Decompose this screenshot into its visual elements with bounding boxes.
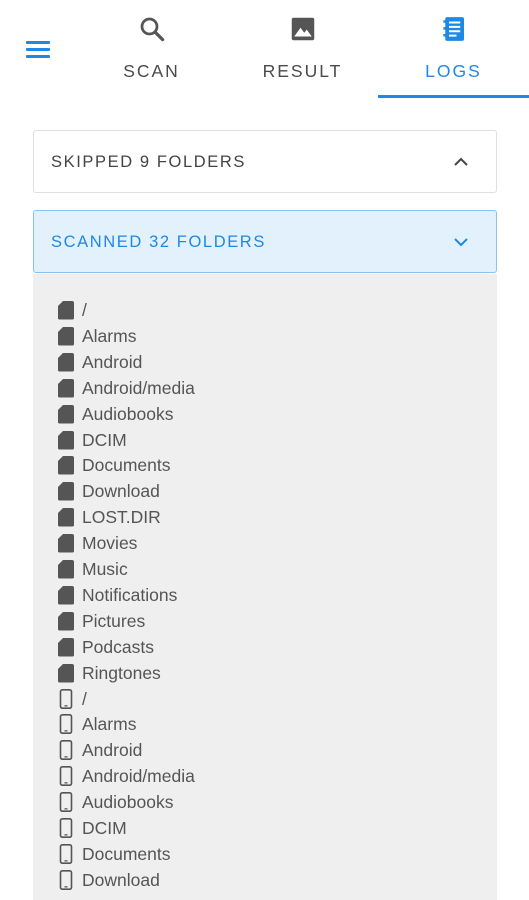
folder-name: Android bbox=[82, 351, 143, 372]
tab-logs-label: LOGS bbox=[425, 61, 482, 81]
folder-list-item: / bbox=[33, 298, 497, 324]
folder-list-item: Android/media bbox=[33, 376, 497, 402]
sd-card-icon bbox=[57, 455, 75, 475]
sd-card-icon bbox=[57, 352, 75, 372]
tab-scan-label: SCAN bbox=[123, 61, 180, 81]
phone-icon bbox=[57, 740, 75, 761]
folder-name: DCIM bbox=[82, 429, 127, 450]
sd-card-icon bbox=[57, 430, 75, 450]
sd-card-icon bbox=[57, 507, 75, 527]
folder-list-item: Movies bbox=[33, 531, 497, 557]
folder-list-item: Music bbox=[33, 557, 497, 583]
folder-name: LOST.DIR bbox=[82, 507, 161, 528]
folder-name: Audiobooks bbox=[82, 403, 174, 424]
sd-card-icon bbox=[57, 663, 75, 683]
chevron-up-icon bbox=[454, 157, 468, 166]
sd-card-icon bbox=[57, 559, 75, 579]
folder-list-item: Android bbox=[33, 738, 497, 764]
sd-card-icon bbox=[57, 533, 75, 553]
folder-list-item: Android bbox=[33, 350, 497, 376]
folder-list-item: DCIM bbox=[33, 428, 497, 454]
folder-name: Documents bbox=[82, 455, 171, 476]
folder-name: Download bbox=[82, 869, 160, 890]
phone-icon bbox=[57, 766, 75, 787]
chevron-down-icon bbox=[454, 238, 468, 247]
folder-name: Alarms bbox=[82, 325, 137, 346]
scanned-folders-panel[interactable]: SCANNED 32 FOLDERS bbox=[33, 210, 497, 273]
folder-list-item: Ringtones bbox=[33, 661, 497, 687]
folder-name: Ringtones bbox=[82, 662, 161, 683]
phone-icon bbox=[57, 843, 75, 864]
sd-card-icon bbox=[57, 404, 75, 424]
folder-list-item: Podcasts bbox=[33, 635, 497, 661]
folder-name: Alarms bbox=[82, 714, 137, 735]
folder-list-item: Alarms bbox=[33, 324, 497, 350]
sd-card-icon bbox=[57, 481, 75, 501]
folder-name: Movies bbox=[82, 533, 138, 554]
skipped-folders-label: SKIPPED 9 FOLDERS bbox=[51, 153, 247, 171]
folder-list-item: Documents bbox=[33, 453, 497, 479]
folder-name: Android bbox=[82, 740, 143, 761]
hamburger-menu-icon[interactable] bbox=[22, 36, 56, 62]
folder-name: / bbox=[82, 688, 87, 709]
folder-name: Podcasts bbox=[82, 636, 154, 657]
folder-name: DCIM bbox=[82, 818, 127, 838]
tab-scan[interactable]: SCAN bbox=[76, 0, 227, 98]
folder-list-item: Alarms bbox=[33, 712, 497, 738]
folder-list-item: Pictures bbox=[33, 609, 497, 635]
folder-name: Notifications bbox=[82, 584, 178, 605]
folder-list-item: Android/media bbox=[33, 764, 497, 790]
folder-list-item: Notifications bbox=[33, 583, 497, 609]
folder-list-item: Download bbox=[33, 868, 497, 894]
folder-list-item: Documents bbox=[33, 842, 497, 868]
skipped-folders-panel[interactable]: SKIPPED 9 FOLDERS bbox=[33, 130, 497, 193]
logs-icon bbox=[442, 17, 464, 41]
tab-result-label: RESULT bbox=[262, 61, 343, 81]
scanned-folders-label: SCANNED 32 FOLDERS bbox=[51, 233, 266, 251]
folder-name: Download bbox=[82, 481, 160, 502]
folder-list-item: Audiobooks bbox=[33, 402, 497, 428]
phone-icon bbox=[57, 818, 75, 838]
sd-card-icon bbox=[57, 326, 75, 346]
app-bar: SCAN RESULT LOGS bbox=[0, 0, 529, 98]
sd-card-icon bbox=[57, 378, 75, 398]
folder-name: Android/media bbox=[82, 766, 195, 787]
scanned-folder-list[interactable]: / Alarms Android Android/media Audiobooks DCI… bbox=[33, 274, 497, 900]
phone-icon bbox=[57, 792, 75, 813]
active-tab-indicator bbox=[378, 95, 529, 98]
tab-result[interactable]: RESULT bbox=[227, 0, 378, 98]
sd-card-icon bbox=[57, 585, 75, 605]
folder-name: Android/media bbox=[82, 377, 195, 398]
folder-list-item: DCIM bbox=[33, 816, 497, 842]
image-icon bbox=[291, 17, 314, 41]
phone-icon bbox=[57, 714, 75, 735]
folder-name: Pictures bbox=[82, 610, 146, 631]
folder-list-item: Audiobooks bbox=[33, 790, 497, 816]
tab-logs[interactable]: LOGS bbox=[378, 0, 529, 98]
folder-list-item: Download bbox=[33, 479, 497, 505]
folder-name: Documents bbox=[82, 843, 171, 864]
folder-list-item: LOST.DIR bbox=[33, 505, 497, 531]
folder-name: / bbox=[82, 300, 87, 320]
phone-icon bbox=[57, 869, 75, 890]
folder-list-item: / bbox=[33, 687, 497, 713]
sd-card-icon bbox=[57, 637, 75, 657]
sd-card-icon bbox=[57, 300, 75, 320]
phone-icon bbox=[57, 688, 75, 709]
search-icon bbox=[140, 17, 164, 42]
sd-card-icon bbox=[57, 611, 75, 631]
folder-name: Music bbox=[82, 559, 128, 579]
folder-name: Audiobooks bbox=[82, 792, 174, 813]
